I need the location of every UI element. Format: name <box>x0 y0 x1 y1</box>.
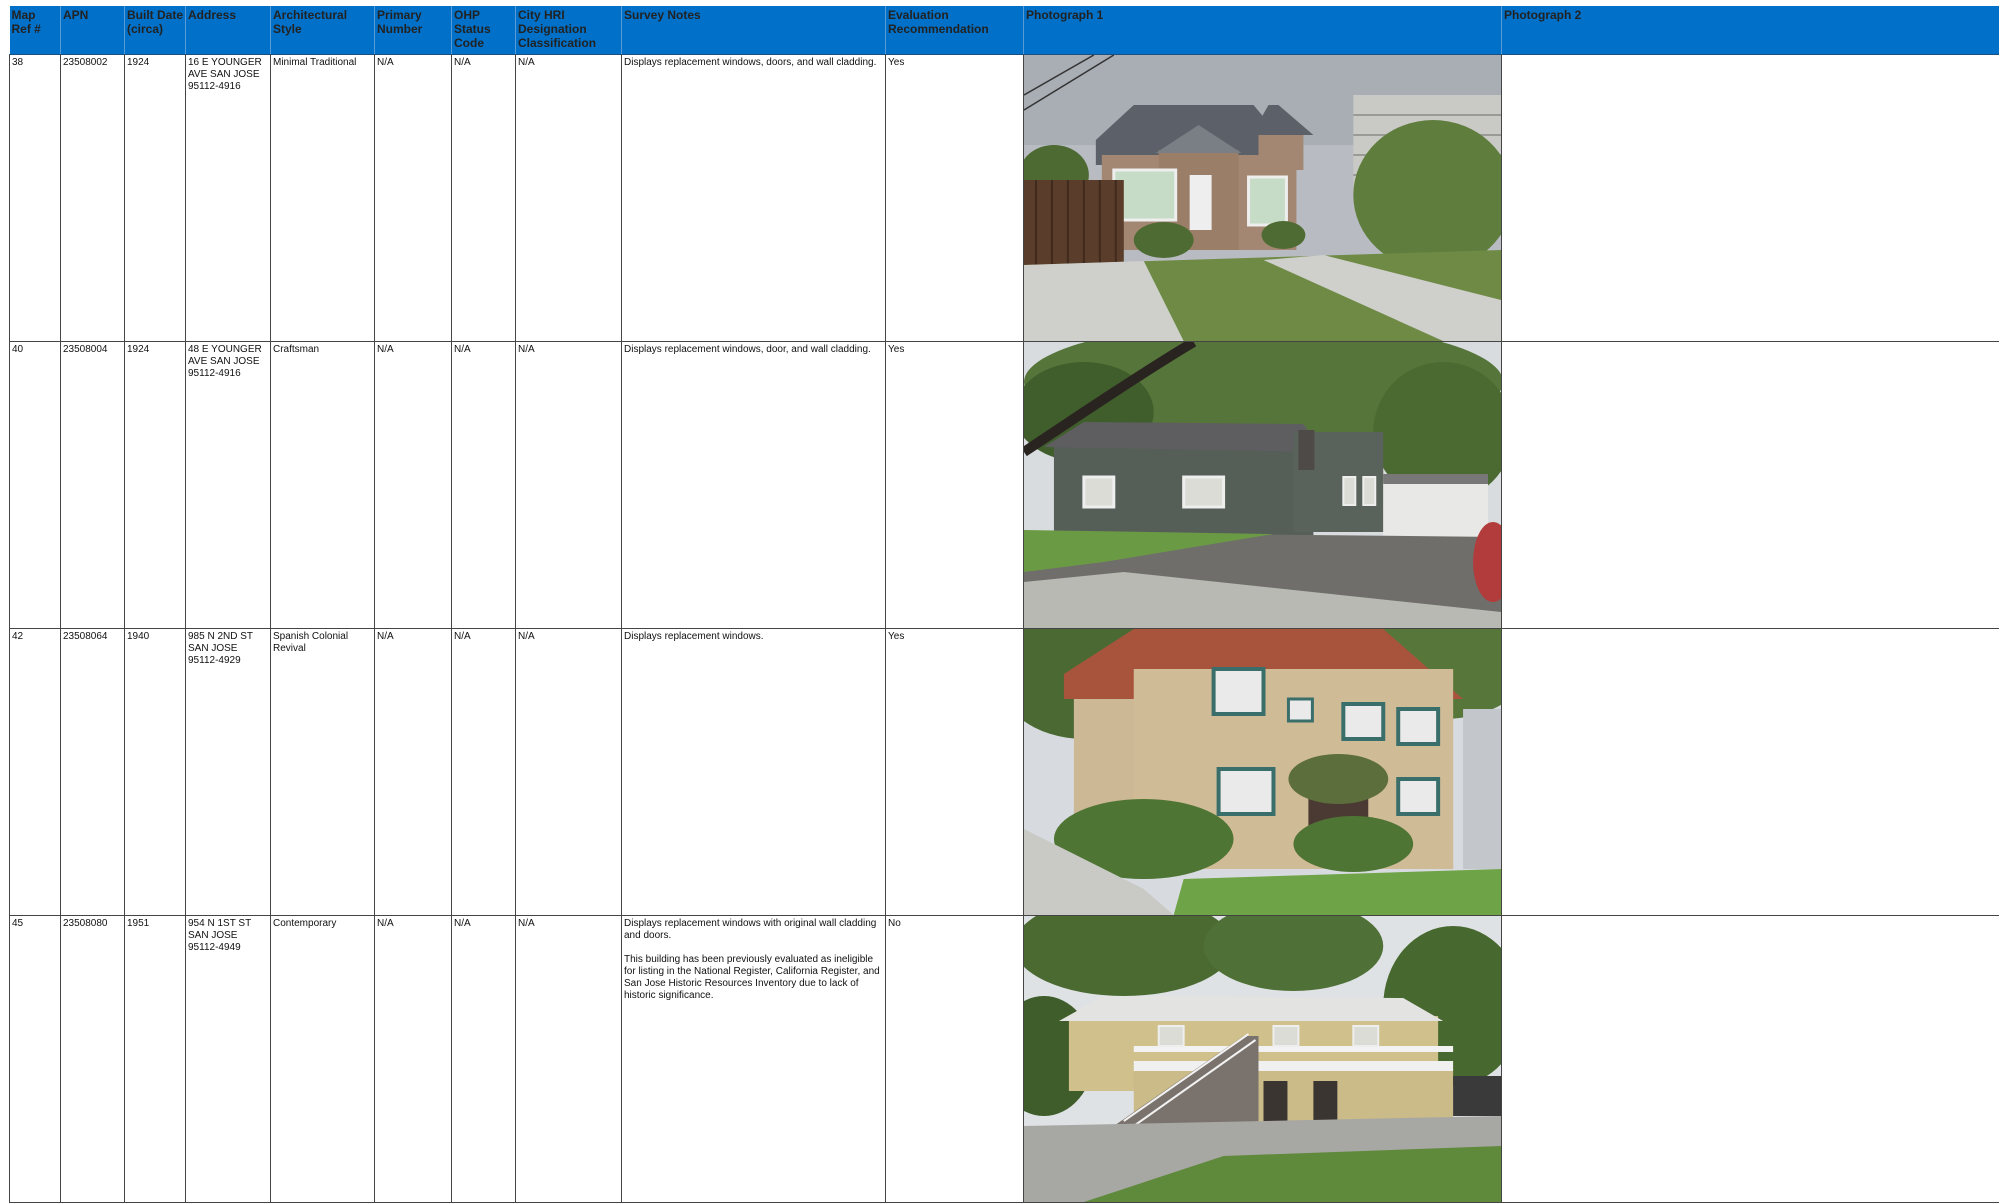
house-photo <box>1024 341 1501 627</box>
cell-address[interactable]: 985 N 2ND ST SAN JOSE 95112-4929 <box>185 628 271 916</box>
header-apn[interactable]: APN <box>60 6 125 55</box>
cell-survey-notes[interactable]: Displays replacement windows, doors, and… <box>621 54 886 342</box>
header-map-ref[interactable]: Map Ref # <box>9 6 61 55</box>
cell-apn[interactable]: 23508064 <box>60 628 125 916</box>
cell-photo1[interactable] <box>1023 341 1502 629</box>
cell-city-hri[interactable]: N/A <box>515 915 622 1203</box>
survey-note-text: Displays replacement windows, doors, and… <box>624 56 877 68</box>
survey-note-text: This building has been previously evalua… <box>624 953 880 1001</box>
cell-map-ref[interactable]: 40 <box>9 341 61 629</box>
cell-primary-number[interactable]: N/A <box>374 341 452 629</box>
table-row: 40 23508004 1924 48 E YOUNGER AVE SAN JO… <box>9 341 1999 629</box>
cell-city-hri[interactable]: N/A <box>515 54 622 342</box>
cell-address[interactable]: 16 E YOUNGER AVE SAN JOSE 95112-4916 <box>185 54 271 342</box>
cell-evaluation[interactable]: Yes <box>885 628 1024 916</box>
header-address[interactable]: Address <box>185 6 271 55</box>
cell-evaluation[interactable]: Yes <box>885 341 1024 629</box>
header-row: Map Ref # APN Built Date (circa) Address… <box>9 6 1999 55</box>
cell-photo2[interactable] <box>1501 341 1999 629</box>
header-photo1[interactable]: Photograph 1 <box>1023 6 1502 55</box>
header-arch-style[interactable]: Architectural Style <box>270 6 375 55</box>
header-city-hri[interactable]: City HRI Designation Classification <box>515 6 622 55</box>
cell-built-date[interactable]: 1940 <box>124 628 186 916</box>
survey-note-text: Displays replacement windows, door, and … <box>624 343 871 355</box>
cell-arch-style[interactable]: Minimal Traditional <box>270 54 375 342</box>
cell-apn[interactable]: 23508080 <box>60 915 125 1203</box>
cell-city-hri[interactable]: N/A <box>515 341 622 629</box>
header-evaluation[interactable]: Evaluation Recommendation <box>885 6 1024 55</box>
survey-sheet: Map Ref # APN Built Date (circa) Address… <box>9 6 1999 1204</box>
cell-survey-notes[interactable]: Displays replacement windows, door, and … <box>621 341 886 629</box>
cell-arch-style[interactable]: Craftsman <box>270 341 375 629</box>
cell-address[interactable]: 48 E YOUNGER AVE SAN JOSE 95112-4916 <box>185 341 271 629</box>
cell-photo1[interactable] <box>1023 915 1502 1203</box>
cell-survey-notes[interactable]: Displays replacement windows. <box>621 628 886 916</box>
cell-ohp-status[interactable]: N/A <box>451 628 516 916</box>
cell-photo2[interactable] <box>1501 628 1999 916</box>
cell-primary-number[interactable]: N/A <box>374 915 452 1203</box>
house-photo <box>1024 54 1501 340</box>
cell-survey-notes[interactable]: Displays replacement windows with origin… <box>621 915 886 1203</box>
header-ohp-status[interactable]: OHP Status Code <box>451 6 516 55</box>
cell-evaluation[interactable]: No <box>885 915 1024 1203</box>
cell-apn[interactable]: 23508002 <box>60 54 125 342</box>
house-photo <box>1024 915 1501 1201</box>
header-photo2[interactable]: Photograph 2 <box>1501 6 1999 55</box>
cell-arch-style[interactable]: Spanish Colonial Revival <box>270 628 375 916</box>
cell-ohp-status[interactable]: N/A <box>451 915 516 1203</box>
cell-primary-number[interactable]: N/A <box>374 628 452 916</box>
cell-map-ref[interactable]: 42 <box>9 628 61 916</box>
cell-arch-style[interactable]: Contemporary <box>270 915 375 1203</box>
cell-map-ref[interactable]: 38 <box>9 54 61 342</box>
cell-address[interactable]: 954 N 1ST ST SAN JOSE 95112-4949 <box>185 915 271 1203</box>
survey-note-text: Displays replacement windows. <box>624 630 764 642</box>
cell-photo1[interactable] <box>1023 54 1502 342</box>
cell-photo1[interactable] <box>1023 628 1502 916</box>
header-primary-number[interactable]: Primary Number <box>374 6 452 55</box>
cell-ohp-status[interactable]: N/A <box>451 54 516 342</box>
cell-built-date[interactable]: 1924 <box>124 341 186 629</box>
table-row: 42 23508064 1940 985 N 2ND ST SAN JOSE 9… <box>9 628 1999 916</box>
cell-map-ref[interactable]: 45 <box>9 915 61 1203</box>
cell-apn[interactable]: 23508004 <box>60 341 125 629</box>
header-survey-notes[interactable]: Survey Notes <box>621 6 886 55</box>
survey-note-text: Displays replacement windows with origin… <box>624 917 877 941</box>
cell-city-hri[interactable]: N/A <box>515 628 622 916</box>
cell-primary-number[interactable]: N/A <box>374 54 452 342</box>
cell-photo2[interactable] <box>1501 54 1999 342</box>
cell-evaluation[interactable]: Yes <box>885 54 1024 342</box>
cell-built-date[interactable]: 1924 <box>124 54 186 342</box>
survey-table: Map Ref # APN Built Date (circa) Address… <box>9 6 1999 1203</box>
cell-photo2[interactable] <box>1501 915 1999 1203</box>
table-row: 45 23508080 1951 954 N 1ST ST SAN JOSE 9… <box>9 915 1999 1203</box>
table-row: 38 23508002 1924 16 E YOUNGER AVE SAN JO… <box>9 54 1999 342</box>
cell-ohp-status[interactable]: N/A <box>451 341 516 629</box>
header-built-date[interactable]: Built Date (circa) <box>124 6 186 55</box>
house-photo <box>1024 628 1501 914</box>
cell-built-date[interactable]: 1951 <box>124 915 186 1203</box>
